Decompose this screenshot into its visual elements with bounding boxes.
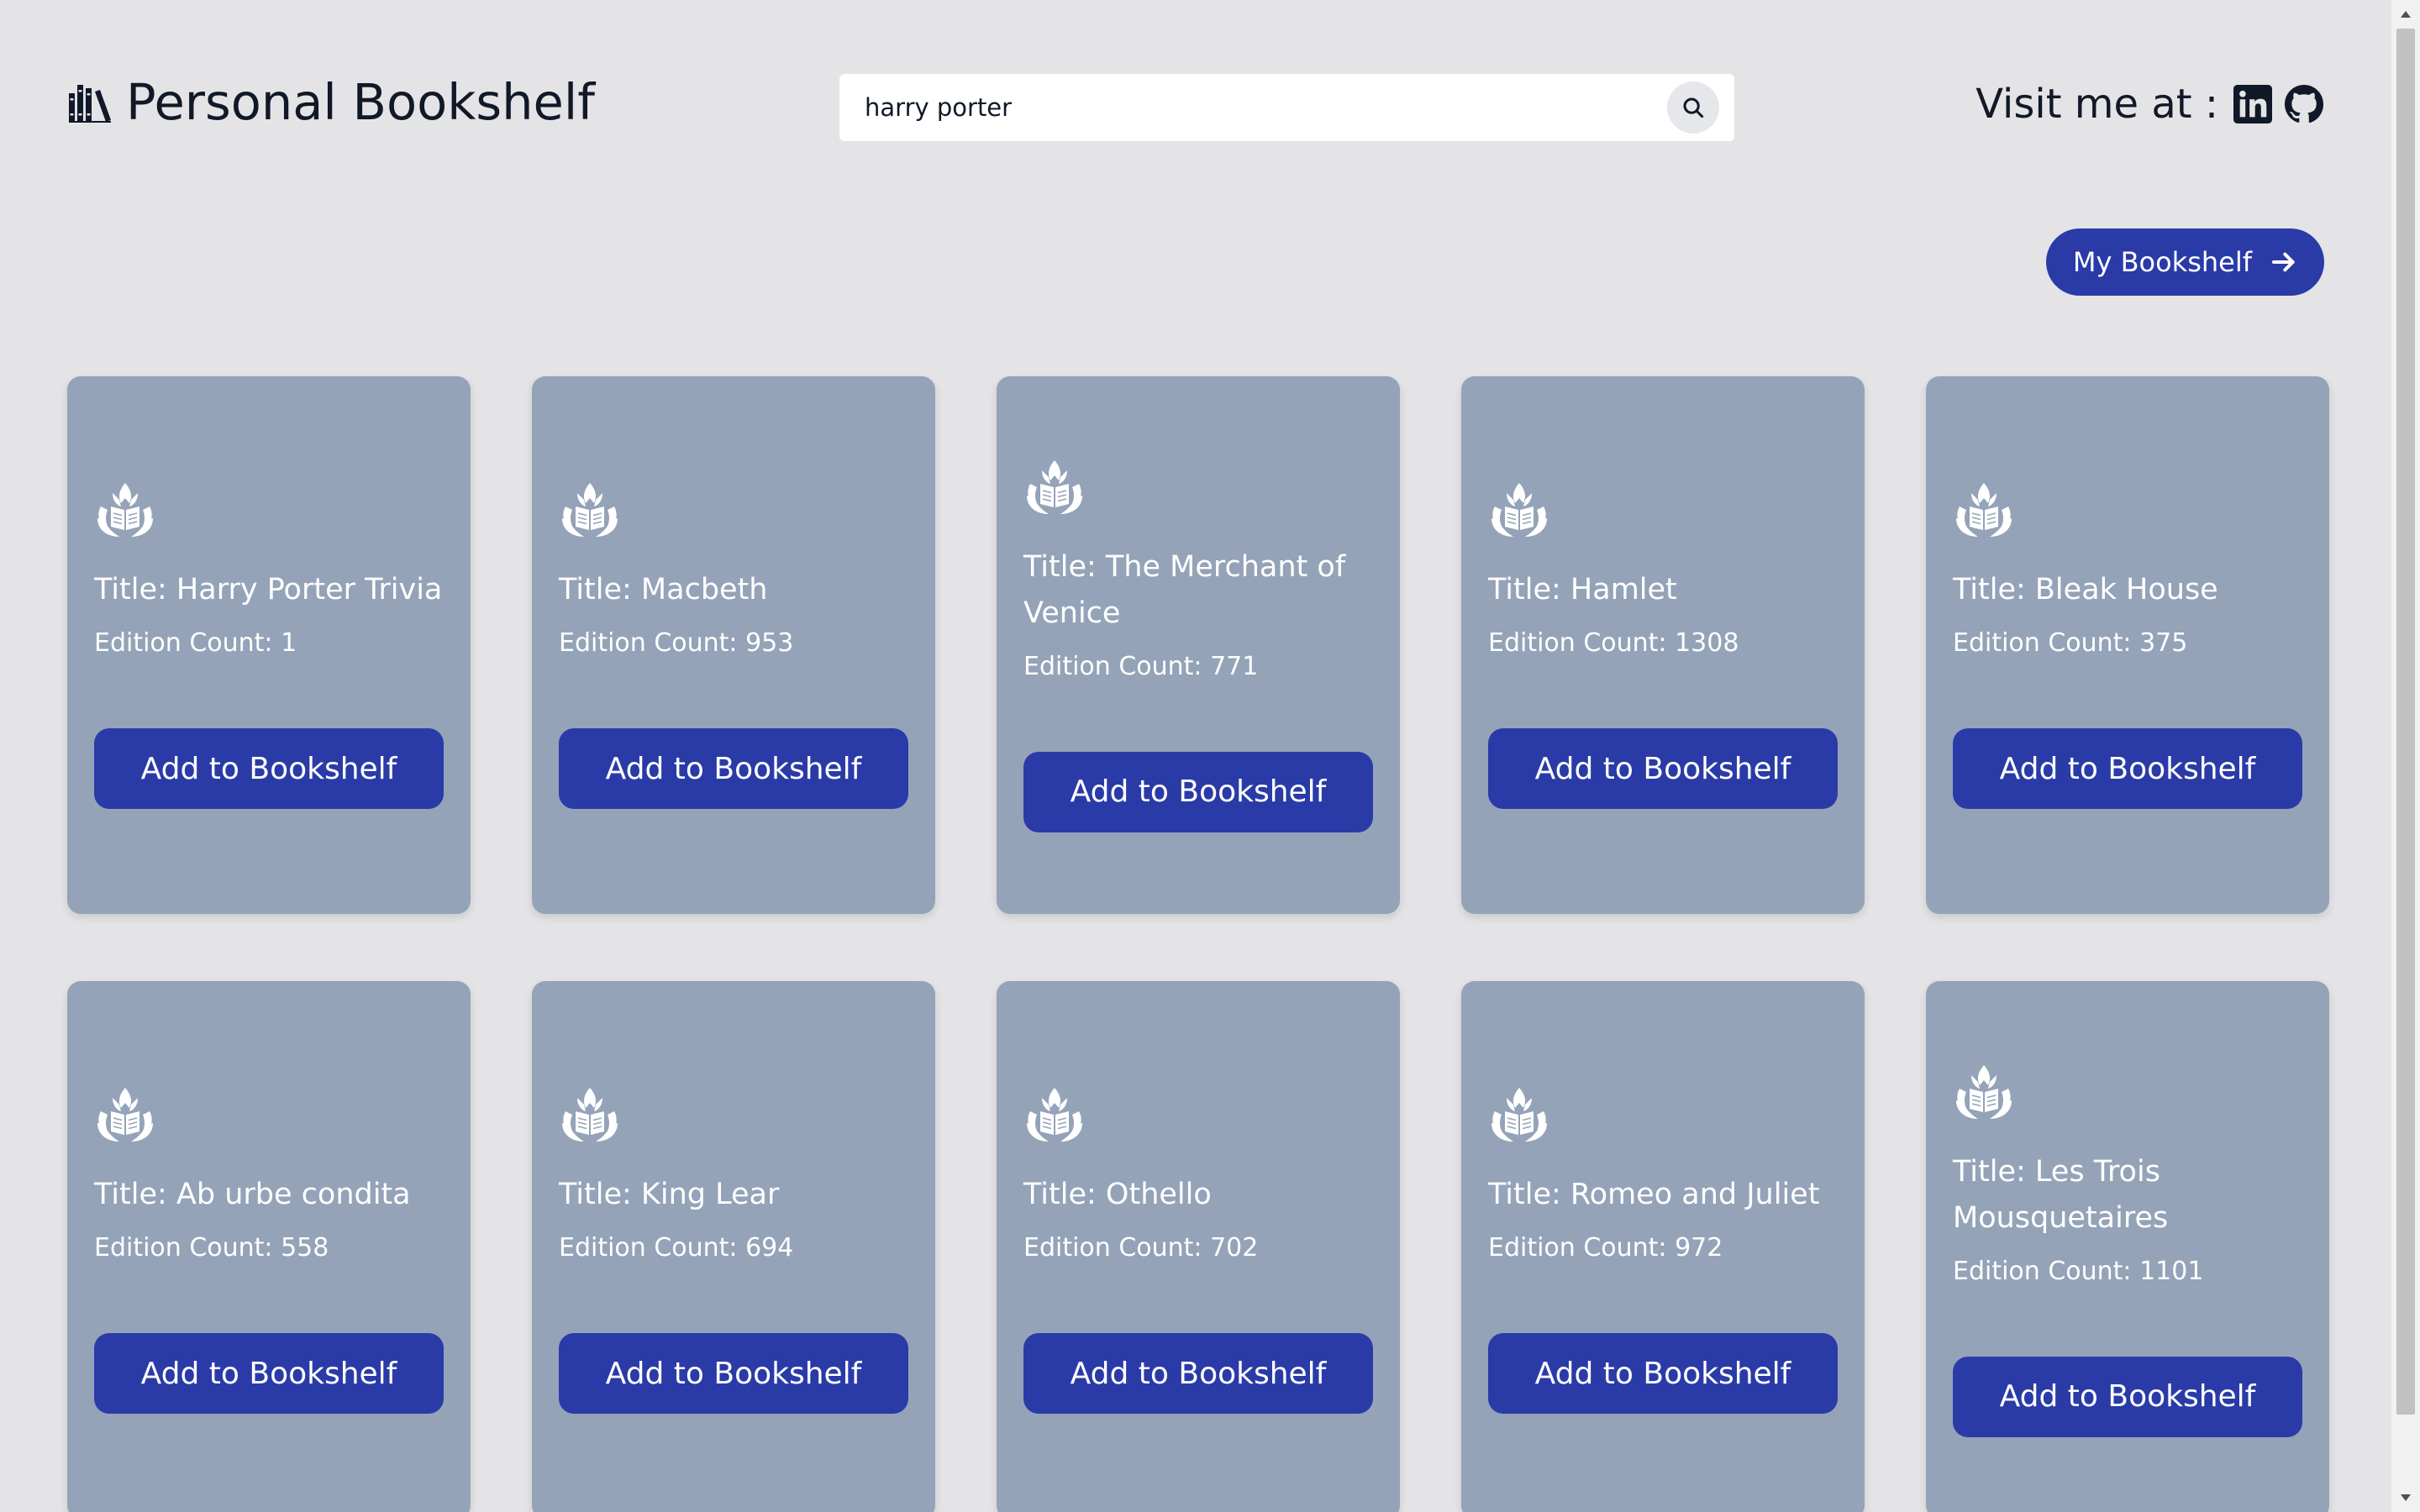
book-logo-icon — [94, 481, 444, 542]
book-card: Title: Hamlet Edition Count: 1308 Add to… — [1461, 376, 1865, 914]
book-logo-icon — [559, 481, 908, 542]
add-to-bookshelf-button[interactable]: Add to Bookshelf — [94, 1333, 444, 1414]
book-logo-icon — [559, 1086, 908, 1147]
brand: Personal Bookshelf — [67, 77, 595, 127]
search-box — [839, 74, 1734, 141]
book-card: Title: The Merchant of Venice Edition Co… — [997, 376, 1400, 914]
book-title: Title: Bleak House — [1953, 573, 2218, 606]
page: Personal Bookshelf Visit me at : — [0, 0, 2391, 1512]
book-edition-count: Edition Count: 771 — [1023, 651, 1259, 681]
add-to-bookshelf-button[interactable]: Add to Bookshelf — [1953, 728, 2302, 809]
book-title: Title: Harry Porter Trivia — [94, 573, 443, 606]
book-edition-count: Edition Count: 972 — [1488, 1233, 1723, 1263]
social-links: Visit me at : — [1975, 81, 2324, 128]
book-logo-icon — [1023, 1086, 1373, 1147]
vertical-scrollbar[interactable] — [2391, 0, 2420, 1512]
book-card: Title: Ab urbe condita Edition Count: 55… — [67, 981, 471, 1512]
book-edition-count: Edition Count: 558 — [94, 1233, 329, 1263]
search-input[interactable] — [865, 74, 1638, 141]
my-bookshelf-button[interactable]: My Bookshelf — [2045, 228, 2324, 296]
linkedin-link[interactable] — [2233, 85, 2272, 123]
my-bookshelf-label: My Bookshelf — [2072, 246, 2252, 278]
book-title: Title: King Lear — [559, 1178, 780, 1211]
scroll-up-arrow-icon[interactable] — [2391, 0, 2420, 29]
book-card: Title: Bleak House Edition Count: 375 Ad… — [1926, 376, 2329, 914]
book-title: Title: Macbeth — [559, 573, 768, 606]
add-to-bookshelf-button[interactable]: Add to Bookshelf — [1023, 751, 1373, 832]
book-title: Title: Les Trois Mousquetaires — [1953, 1154, 2169, 1235]
book-logo-icon — [1953, 1063, 2302, 1124]
book-title: Title: Ab urbe condita — [94, 1178, 411, 1211]
add-to-bookshelf-button[interactable]: Add to Bookshelf — [1953, 1356, 2302, 1437]
arrow-right-icon — [2270, 249, 2297, 276]
book-edition-count: Edition Count: 702 — [1023, 1233, 1259, 1263]
page-title: Personal Bookshelf — [126, 73, 595, 131]
book-title: Title: Othello — [1023, 1178, 1212, 1211]
book-card: Title: King Lear Edition Count: 694 Add … — [532, 981, 935, 1512]
book-grid: Title: Harry Porter Trivia Edition Count… — [67, 376, 2331, 1512]
add-to-bookshelf-button[interactable]: Add to Bookshelf — [1023, 1333, 1373, 1414]
book-logo-icon — [1023, 459, 1373, 519]
book-edition-count: Edition Count: 1101 — [1953, 1256, 2204, 1286]
books-icon — [67, 81, 114, 123]
add-to-bookshelf-button[interactable]: Add to Bookshelf — [94, 728, 444, 809]
book-edition-count: Edition Count: 1 — [94, 628, 297, 658]
book-logo-icon — [1953, 481, 2302, 542]
scrollbar-thumb[interactable] — [2396, 29, 2415, 1415]
search-icon — [1681, 95, 1706, 120]
book-logo-icon — [1488, 481, 1838, 542]
github-icon — [2284, 84, 2324, 124]
social-label: Visit me at : — [1975, 81, 2218, 128]
scroll-down-arrow-icon[interactable] — [2391, 1483, 2420, 1512]
github-link[interactable] — [2284, 84, 2324, 124]
add-to-bookshelf-button[interactable]: Add to Bookshelf — [1488, 728, 1838, 809]
book-card: Title: Les Trois Mousquetaires Edition C… — [1926, 981, 2329, 1512]
add-to-bookshelf-button[interactable]: Add to Bookshelf — [559, 1333, 908, 1414]
linkedin-icon — [2233, 85, 2272, 123]
book-title: Title: The Merchant of Venice — [1023, 549, 1346, 630]
book-title: Title: Hamlet — [1488, 573, 1677, 606]
book-edition-count: Edition Count: 694 — [559, 1233, 794, 1263]
book-card: Title: Harry Porter Trivia Edition Count… — [67, 376, 471, 914]
book-edition-count: Edition Count: 1308 — [1488, 628, 1739, 658]
search-button[interactable] — [1667, 81, 1719, 134]
add-to-bookshelf-button[interactable]: Add to Bookshelf — [559, 728, 908, 809]
book-card: Title: Othello Edition Count: 702 Add to… — [997, 981, 1400, 1512]
book-edition-count: Edition Count: 953 — [559, 628, 794, 658]
book-card: Title: Romeo and Juliet Edition Count: 9… — [1461, 981, 1865, 1512]
book-card: Title: Macbeth Edition Count: 953 Add to… — [532, 376, 935, 914]
book-title: Title: Romeo and Juliet — [1488, 1178, 1820, 1211]
book-logo-icon — [1488, 1086, 1838, 1147]
book-logo-icon — [94, 1086, 444, 1147]
add-to-bookshelf-button[interactable]: Add to Bookshelf — [1488, 1333, 1838, 1414]
book-edition-count: Edition Count: 375 — [1953, 628, 2188, 658]
